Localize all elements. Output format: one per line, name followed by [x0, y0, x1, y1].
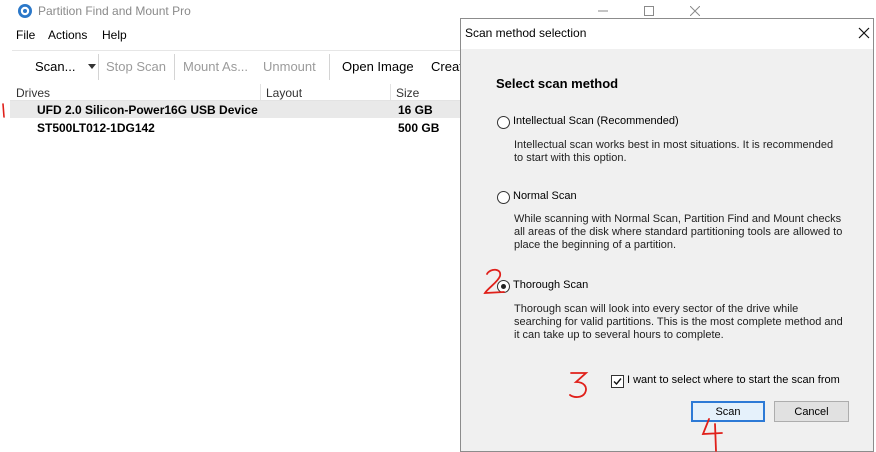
table-header: Drives Layout Size — [10, 84, 462, 101]
annotation-mark-1 — [2, 103, 5, 118]
drive-size: 500 GB — [398, 121, 440, 135]
column-divider[interactable] — [390, 84, 391, 100]
unmount-button[interactable]: Unmount — [263, 59, 316, 74]
stop-scan-button[interactable]: Stop Scan — [106, 59, 166, 74]
chevron-down-icon[interactable] — [88, 64, 96, 69]
scan-method-dialog: Scan method selection Select scan method… — [460, 18, 874, 452]
table-row[interactable]: ST500LT012-1DG142 500 GB — [10, 119, 462, 136]
menu-actions[interactable]: Actions — [48, 28, 87, 42]
option-description: Intellectual scan works best in most sit… — [514, 139, 834, 164]
column-divider[interactable] — [260, 84, 261, 100]
radio-label[interactable]: Normal Scan — [513, 190, 577, 202]
column-header-layout[interactable]: Layout — [266, 86, 302, 100]
create-button[interactable]: Creat — [431, 59, 463, 74]
column-header-size[interactable]: Size — [396, 86, 419, 100]
checkbox-label[interactable]: I want to select where to start the scan… — [627, 374, 840, 386]
close-icon[interactable] — [857, 26, 871, 40]
checkmark-icon — [613, 378, 622, 386]
close-icon — [690, 6, 700, 16]
dialog-body: Select scan method Intellectual Scan (Re… — [461, 49, 873, 451]
maximize-icon — [644, 6, 654, 16]
menu-help[interactable]: Help — [102, 28, 127, 42]
toolbar-separator — [329, 54, 330, 80]
dialog-title: Scan method selection — [465, 26, 587, 40]
mount-as-button[interactable]: Mount As... — [183, 59, 248, 74]
drive-name: ST500LT012-1DG142 — [37, 121, 155, 135]
column-header-drives[interactable]: Drives — [16, 86, 50, 100]
dialog-title-bar[interactable]: Scan method selection — [461, 19, 873, 49]
start-location-checkbox[interactable] — [611, 375, 624, 388]
cancel-button[interactable]: Cancel — [774, 401, 849, 422]
app-logo-icon — [18, 4, 32, 18]
scan-button[interactable]: Scan — [691, 401, 765, 422]
open-image-button[interactable]: Open Image — [342, 59, 414, 74]
toolbar-separator — [98, 54, 99, 80]
toolbar-separator — [174, 54, 175, 80]
dialog-heading: Select scan method — [496, 76, 619, 91]
cancel-button-label: Cancel — [794, 405, 829, 418]
option-description: Thorough scan will look into every secto… — [514, 303, 843, 341]
drive-name: UFD 2.0 Silicon-Power16G USB Device — [37, 103, 258, 117]
scan-button-label: Scan — [715, 405, 741, 418]
scan-toolbar-button[interactable]: Scan... — [35, 59, 75, 74]
radio-button[interactable] — [497, 191, 510, 204]
radio-button[interactable] — [497, 280, 510, 293]
window-title: Partition Find and Mount Pro — [38, 4, 191, 18]
table-row[interactable]: UFD 2.0 Silicon-Power16G USB Device 16 G… — [10, 101, 462, 118]
minimize-icon — [598, 10, 608, 12]
radio-label[interactable]: Thorough Scan — [513, 279, 588, 291]
option-description: While scanning with Normal Scan, Partiti… — [514, 213, 843, 251]
radio-button[interactable] — [497, 116, 510, 129]
menu-file[interactable]: File — [16, 28, 35, 42]
drive-size: 16 GB — [398, 103, 433, 117]
radio-selected-dot — [501, 284, 506, 289]
radio-label[interactable]: Intellectual Scan (Recommended) — [513, 115, 679, 127]
